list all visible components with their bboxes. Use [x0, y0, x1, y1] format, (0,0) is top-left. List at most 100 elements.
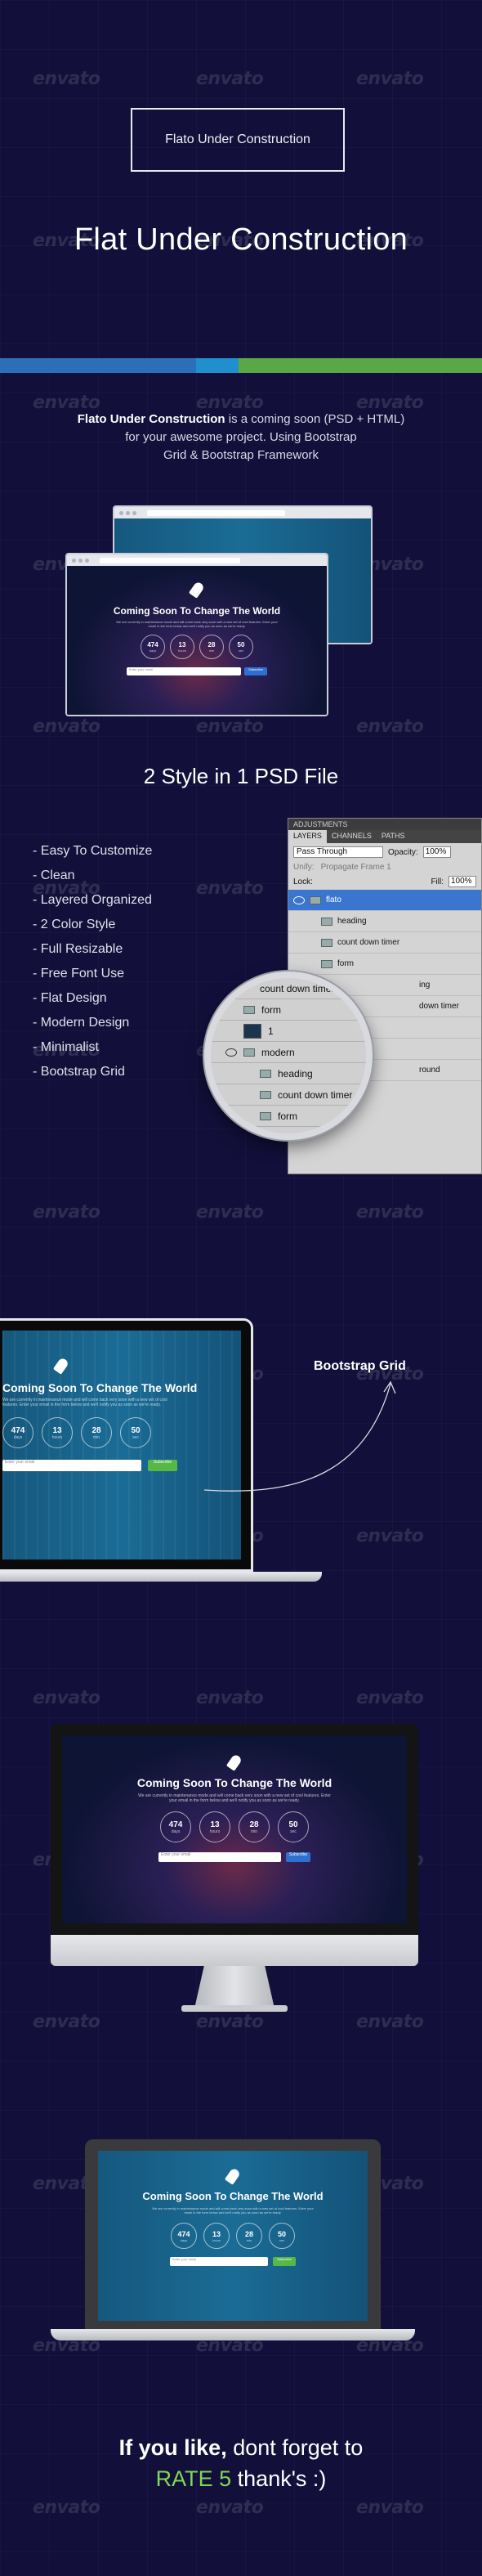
timer-hours: 13 hours: [203, 2223, 230, 2249]
email-input[interactable]: Enter your email: [2, 1460, 141, 1471]
lock-row: Lock: Fill: 100%: [288, 873, 481, 890]
subscribe-form: Enter your email Subscribe: [67, 667, 327, 675]
opacity-input[interactable]: 100%: [422, 846, 451, 858]
envato-watermark: envato: [356, 2012, 424, 2032]
eye-icon: [225, 1048, 237, 1057]
envato-watermark: envato: [196, 716, 264, 737]
unify-label: Unify:: [293, 863, 315, 872]
envato-watermark: envato: [33, 2012, 100, 2032]
feature-item: - Bootstrap Grid: [33, 1065, 125, 1079]
subscribe-button[interactable]: Subscribe: [244, 667, 267, 675]
timer-days: 474 days: [2, 1417, 33, 1448]
tab-layers[interactable]: LAYERS: [288, 830, 327, 843]
footer-cta: If you like, dont forget to RATE 5 thank…: [0, 2432, 482, 2494]
timer-days: 474 days: [171, 2223, 197, 2249]
mockup-text: We are currently in maintenance mode and…: [138, 1793, 331, 1803]
folder-icon: [260, 1069, 271, 1078]
envato-watermark: envato: [356, 69, 424, 89]
feature-list: - Easy To Customize - Clean - Layered Or…: [33, 839, 152, 1084]
blend-mode-select[interactable]: Pass Through: [293, 846, 383, 858]
mockup-text: We are currently in maintenance mode and…: [116, 620, 278, 628]
bootstrap-grid-label: Bootstrap Grid: [314, 1359, 406, 1373]
browser-toolbar: [67, 554, 327, 566]
rocket-icon: [225, 1753, 244, 1773]
feature-item: - Clean: [33, 868, 75, 882]
layer-thumbnail: [243, 1023, 261, 1039]
eye-icon[interactable]: [293, 895, 305, 904]
timer-minutes: 28 min: [199, 635, 224, 659]
envato-watermark: envato: [356, 1688, 424, 1708]
mockup-title: Coming Soon To Change The World: [142, 2190, 324, 2202]
email-input[interactable]: Enter your email: [170, 2257, 268, 2266]
layer-row-timer[interactable]: count down timer: [288, 932, 481, 954]
mockup-text: We are currently in maintenance mode and…: [152, 2206, 314, 2215]
timer-seconds: 50 sec: [120, 1417, 151, 1448]
intro-line3: Grid & Bootstrap Framework: [163, 448, 319, 462]
unify-row: Unify: Propagate Frame 1: [288, 861, 481, 873]
timer-hours: 13 hours: [42, 1417, 73, 1448]
subscribe-button[interactable]: Subscribe: [273, 2257, 296, 2266]
email-input[interactable]: Enter your email: [127, 667, 241, 675]
envato-watermark: envato: [196, 878, 264, 899]
feature-item: - 2 Color Style: [33, 918, 116, 931]
countdown-timer: 474 days 13 hours 28 min 50 sec: [67, 635, 327, 659]
intro-line1: is a coming soon (PSD + HTML): [225, 412, 405, 426]
mockup-title: Coming Soon To Change The World: [113, 605, 281, 617]
feature-item: - Modern Design: [33, 1016, 130, 1030]
timer-seconds: 50 sec: [269, 2223, 295, 2249]
envato-watermark: envato: [33, 1688, 100, 1708]
layer-row-heading[interactable]: heading: [288, 911, 481, 932]
envato-watermark: envato: [356, 2497, 424, 2518]
timer-minutes: 28 min: [81, 1417, 112, 1448]
subscribe-button[interactable]: Subscribe: [148, 1460, 177, 1471]
layer-row-flato[interactable]: flato: [288, 890, 481, 911]
tab-channels[interactable]: CHANNELS: [327, 830, 377, 843]
feature-item: - Flat Design: [33, 991, 107, 1005]
email-input[interactable]: Enter your email: [158, 1852, 281, 1862]
timer-seconds: 50 sec: [278, 1811, 309, 1842]
imac-stand: [194, 1966, 274, 2008]
envato-watermark: envato: [196, 2012, 264, 2032]
folder-icon: [243, 1005, 255, 1014]
layer-row-form[interactable]: form: [288, 954, 481, 975]
product-name: Flato Under Construction: [77, 412, 225, 426]
fill-input[interactable]: 100%: [449, 876, 476, 887]
mag-layer: form: [211, 999, 366, 1021]
rocket-icon: [51, 1357, 71, 1376]
opacity-label: Opacity:: [388, 847, 418, 857]
timer-minutes: 28 min: [239, 1811, 270, 1842]
mag-layer: count down timer: [211, 1084, 366, 1106]
subscribe-form: Enter your email Subscribe: [62, 1852, 407, 1862]
browser-toolbar: [114, 507, 371, 518]
subscribe-button[interactable]: Subscribe: [286, 1852, 310, 1862]
feature-item: - Easy To Customize: [33, 844, 153, 858]
propagate-label: Propagate Frame 1: [320, 863, 391, 872]
rocket-icon: [187, 581, 207, 600]
envato-watermark: envato: [196, 1688, 264, 1708]
mockup-text: We are currently in maintenance mode and…: [2, 1398, 167, 1407]
styles-heading: 2 Style in 1 PSD File: [143, 764, 339, 788]
grid-arrow: [203, 1380, 396, 1492]
footer-lead: If you like,: [118, 2435, 227, 2460]
tab-paths[interactable]: PATHS: [377, 830, 410, 843]
footer-text: dont forget to: [226, 2435, 364, 2460]
feature-item: - Full Resizable: [33, 942, 123, 956]
laptop-left-base: [0, 1572, 322, 1582]
footer-thanks: thank's :): [231, 2466, 327, 2491]
lock-label: Lock:: [293, 877, 313, 886]
laptop-bottom: Coming Soon To Change The World We are c…: [85, 2139, 381, 2329]
countdown-timer: 474 days 13 hours 28 min 50 sec: [98, 2223, 368, 2249]
timer-minutes: 28 min: [236, 2223, 262, 2249]
folder-icon: [243, 1048, 255, 1057]
feature-item: - Layered Organized: [33, 893, 152, 907]
imac-chin: [51, 1935, 418, 1966]
intro-line2: for your awesome project. Using Bootstra…: [125, 430, 357, 444]
envato-watermark: envato: [33, 2497, 100, 2518]
timer-hours: 13 hours: [199, 1811, 230, 1842]
stripe-segment-2: [196, 358, 239, 373]
timer-days: 474 days: [160, 1811, 191, 1842]
envato-watermark: envato: [33, 69, 100, 89]
rocket-icon: [223, 2167, 243, 2187]
envato-watermark: envato: [356, 1202, 424, 1223]
folder-icon: [321, 959, 332, 968]
